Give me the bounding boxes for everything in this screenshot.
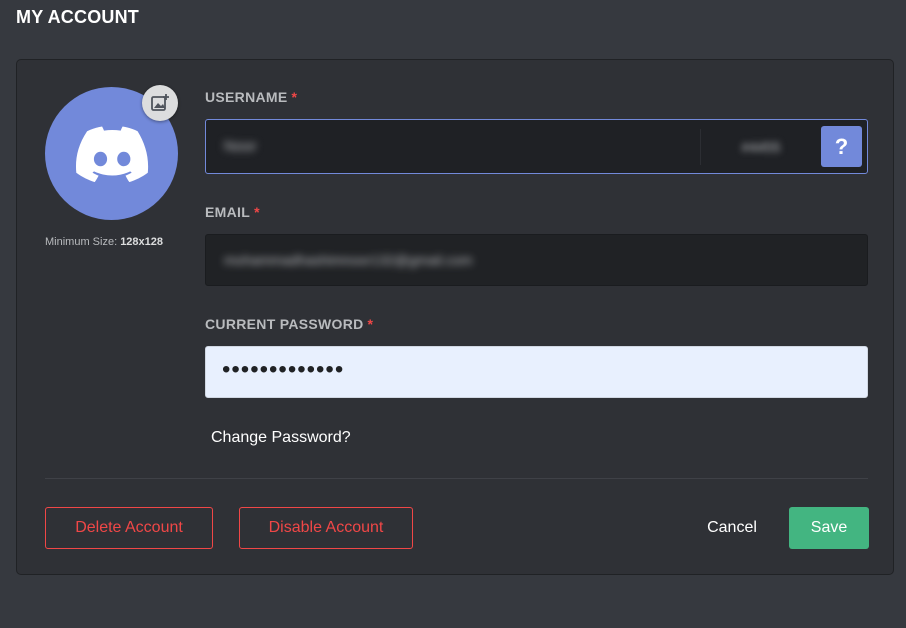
cancel-button[interactable]: Cancel — [689, 507, 775, 549]
current-password-label: CURRENT PASSWORD * — [205, 316, 373, 332]
delete-account-button[interactable]: Delete Account — [45, 507, 213, 549]
discord-logo-icon — [75, 126, 148, 182]
discriminator-tag: #4455 — [741, 138, 781, 155]
min-size-label: Minimum Size: — [45, 236, 118, 248]
username-field[interactable]: Noor #4455 ? — [205, 119, 868, 174]
required-marker: * — [291, 89, 298, 105]
username-help-button[interactable]: ? — [821, 126, 862, 167]
question-mark-icon: ? — [834, 133, 849, 159]
email-label-text: EMAIL — [205, 204, 251, 220]
email-field[interactable]: mohammadhashimnoor132@gmail.com — [205, 234, 868, 286]
username-label-text: USERNAME — [205, 89, 288, 105]
username-input[interactable]: Noor — [206, 138, 700, 155]
current-password-label-text: CURRENT PASSWORD — [205, 316, 364, 332]
page-title: MY ACCOUNT — [16, 7, 139, 27]
required-marker: * — [367, 316, 374, 332]
change-password-link[interactable]: Change Password? — [211, 429, 351, 447]
image-add-icon — [151, 94, 169, 111]
email-input[interactable]: mohammadhashimnoor132@gmail.com — [206, 252, 472, 268]
username-label: USERNAME * — [205, 89, 297, 105]
email-label: EMAIL * — [205, 204, 260, 220]
avatar-min-size-hint: Minimum Size: 128x128 — [45, 236, 185, 248]
current-password-input[interactable]: ••••••••••••• — [206, 358, 344, 382]
account-panel: Minimum Size: 128x128 USERNAME * Noor #44… — [16, 59, 894, 575]
avatar-upload-button[interactable] — [142, 85, 178, 121]
disable-account-button[interactable]: Disable Account — [239, 507, 413, 549]
divider — [45, 478, 868, 479]
avatar-container — [45, 85, 178, 220]
required-marker: * — [254, 204, 260, 220]
save-button[interactable]: Save — [789, 507, 869, 549]
min-size-value: 128x128 — [120, 236, 164, 248]
current-password-field[interactable]: ••••••••••••• — [205, 346, 868, 398]
